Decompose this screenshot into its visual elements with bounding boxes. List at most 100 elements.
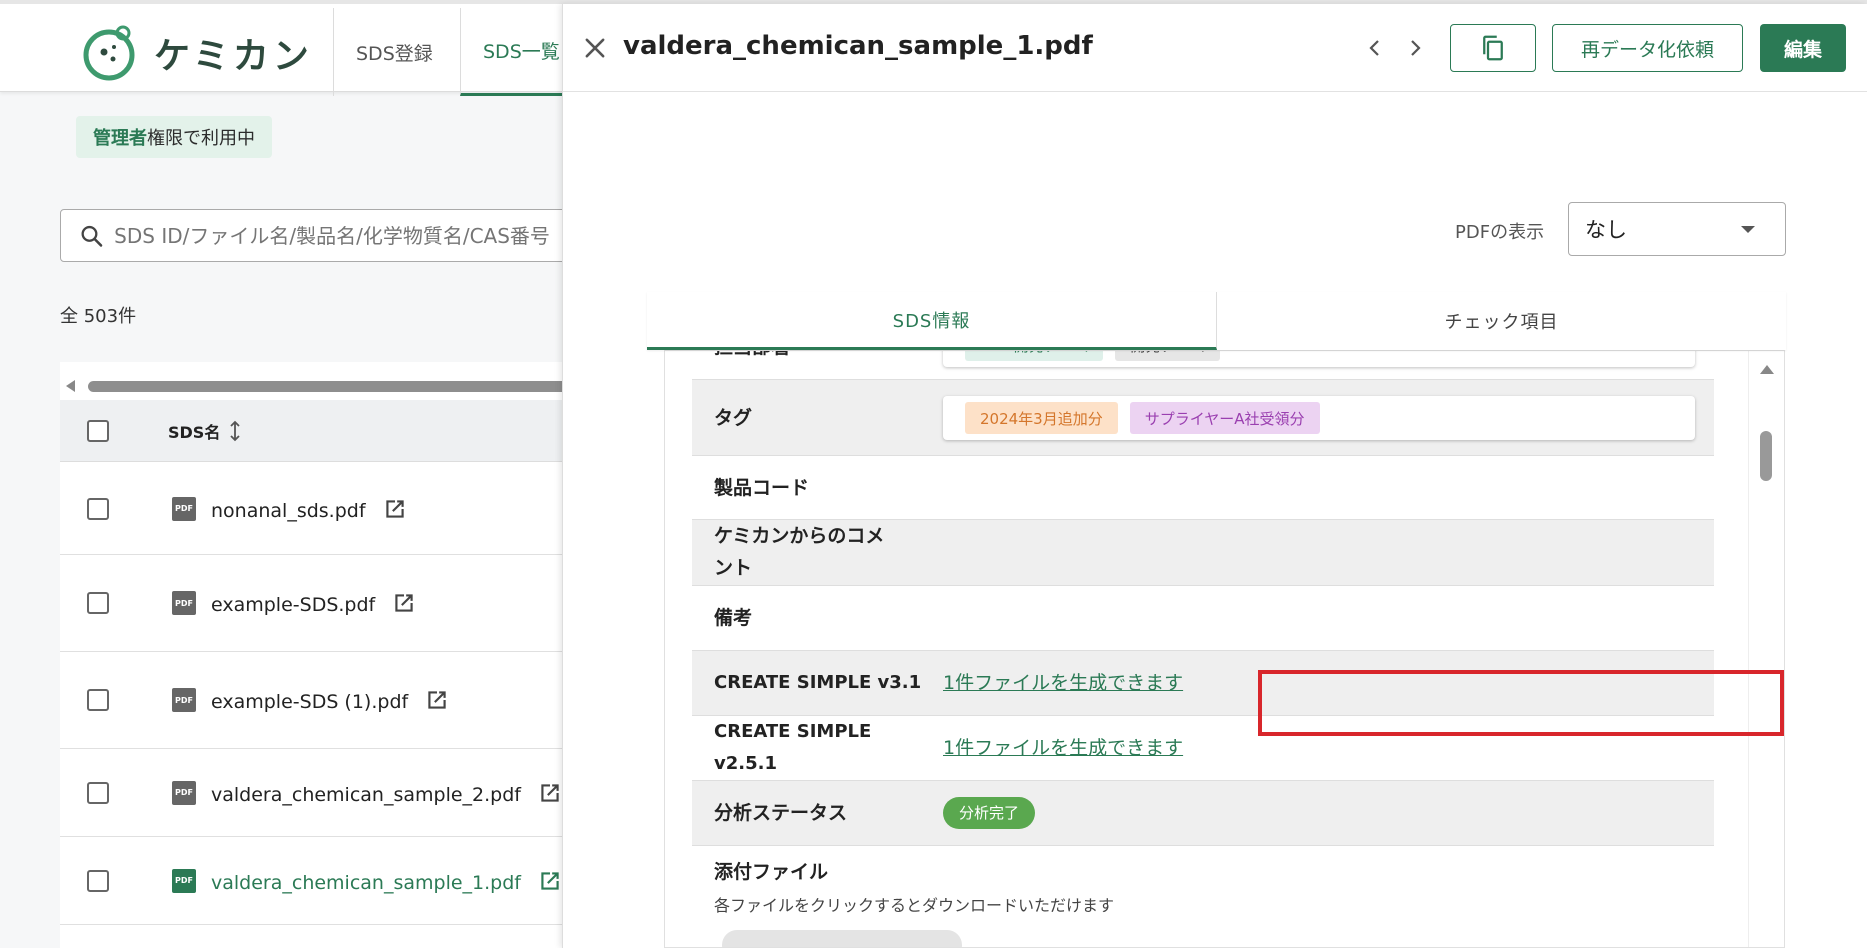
info-row-analysis-status: 分析ステータス 分析完了	[692, 781, 1714, 846]
file-name-text[interactable]: nonanal_sds.pdf	[211, 500, 366, 522]
department-chip-box[interactable]: R&D開発チーム 開発チーム	[943, 351, 1695, 367]
status-value: 分析完了	[943, 797, 1036, 829]
edit-button[interactable]: 編集	[1760, 24, 1846, 72]
info-row-tag: タグ 2024年3月追加分 サプライヤーA社受領分	[692, 380, 1714, 456]
open-external-icon[interactable]	[424, 687, 450, 713]
info-label: 担当部署	[714, 351, 790, 363]
file-name-text[interactable]: valdera_chemican_sample_1.pdf	[211, 872, 521, 894]
table-header: SDS名	[60, 400, 580, 462]
scrollbar-thumb[interactable]	[88, 381, 580, 392]
pdf-file-icon: PDF	[172, 591, 196, 615]
file-name-text[interactable]: example-SDS.pdf	[211, 594, 375, 616]
file-name-text[interactable]: example-SDS (1).pdf	[211, 691, 408, 713]
info-label: ケミカンからのコメント	[714, 525, 885, 579]
pdf-display-label: PDFの表示	[1455, 222, 1545, 243]
row-checkbox[interactable]	[87, 592, 109, 614]
detail-tabs: SDS情報 チェック項目	[647, 292, 1786, 350]
admin-badge-strong: 管理者	[93, 128, 147, 149]
sds-info-panel[interactable]: 担当部署 R&D開発チーム 開発チーム タグ 2024年3月追加分 サプライヤー…	[664, 350, 1785, 948]
copy-button[interactable]	[1450, 24, 1536, 72]
row-checkbox[interactable]	[87, 869, 109, 892]
pdf-display-value: なし	[1585, 218, 1627, 242]
info-row-remarks: 備考	[692, 586, 1714, 651]
tag-chip: 2024年3月追加分	[965, 402, 1118, 434]
copy-icon	[1483, 35, 1503, 61]
scroll-up-icon[interactable]	[1760, 365, 1774, 374]
table-row[interactable]: PDF example-SDS (1).pdf	[60, 652, 580, 749]
status-badge: 分析完了	[943, 797, 1036, 829]
tab-sds-info[interactable]: SDS情報	[647, 292, 1217, 350]
row-checkbox[interactable]	[87, 497, 109, 520]
sort-icon[interactable]	[228, 420, 242, 442]
scrollbar-thumb[interactable]	[1760, 431, 1772, 481]
table-row[interactable]: PDF nonanal_sds.pdf	[60, 463, 580, 555]
attachment-hint: 各ファイルをクリックするとダウンロードいただけます	[714, 896, 1115, 915]
admin-badge: 管理者 権限で利用中	[76, 116, 272, 158]
create-simple-v31-link[interactable]: 1件ファイルを生成できます	[943, 667, 1183, 699]
attachment-file-chip[interactable]	[722, 930, 962, 947]
file-name[interactable]: example-SDS.pdf	[211, 590, 417, 616]
open-external-icon[interactable]	[537, 780, 563, 806]
file-name[interactable]: example-SDS (1).pdf	[211, 687, 450, 713]
open-external-icon[interactable]	[391, 590, 417, 616]
pdf-file-icon: PDF	[172, 868, 196, 893]
search-input[interactable]	[114, 223, 579, 248]
info-label: CREATE SIMPLE v3.1	[714, 672, 922, 693]
chevron-right-icon[interactable]	[1403, 36, 1427, 60]
drawer-title: valdera_chemican_sample_1.pdf	[623, 31, 1093, 61]
nav-tab-sds-register[interactable]: SDS登録	[334, 8, 455, 96]
info-row-attachment: 添付ファイル 各ファイルをクリックするとダウンロードいただけます	[692, 846, 1714, 947]
sds-detail-drawer: valdera_chemican_sample_1.pdf 再データ化依頼 編集…	[562, 4, 1867, 948]
logo-text: ケミカン	[154, 36, 313, 77]
caret-down-icon	[1741, 226, 1755, 233]
scroll-left-icon[interactable]	[66, 380, 75, 392]
open-external-icon[interactable]	[537, 868, 563, 894]
info-label: タグ	[714, 407, 753, 429]
chevron-left-icon[interactable]	[1363, 36, 1387, 60]
table-row-selected[interactable]: PDF valdera_chemican_sample_1.pdf	[60, 837, 580, 925]
department-chip: 開発チーム	[1115, 351, 1220, 361]
pdf-display-select[interactable]: なし	[1568, 202, 1786, 256]
tab-check-items[interactable]: チェック項目	[1217, 292, 1786, 350]
info-label: 備考	[714, 607, 753, 629]
pdf-file-icon: PDF	[172, 780, 196, 805]
vertical-scrollbar[interactable]	[1748, 351, 1784, 947]
file-name[interactable]: valdera_chemican_sample_2.pdf	[211, 780, 563, 806]
select-all-checkbox[interactable]	[87, 419, 109, 442]
admin-badge-text: 権限で利用中	[147, 128, 255, 149]
info-label: 分析ステータス	[714, 802, 848, 824]
info-row-create-simple-v251: CREATE SIMPLE v2.5.1 1件ファイルを生成できます	[692, 716, 1714, 781]
search-icon	[81, 225, 103, 247]
info-label: 添付ファイル	[714, 861, 829, 883]
file-name[interactable]: valdera_chemican_sample_1.pdf	[211, 868, 563, 894]
file-name[interactable]: nonanal_sds.pdf	[211, 496, 408, 522]
file-name-text[interactable]: valdera_chemican_sample_2.pdf	[211, 784, 521, 806]
logo-mark-icon	[83, 25, 135, 81]
create-simple-v251-link[interactable]: 1件ファイルを生成できます	[943, 732, 1183, 764]
redata-request-button[interactable]: 再データ化依頼	[1552, 24, 1743, 72]
column-header-label: SDS名	[168, 422, 221, 442]
column-header-sds-name[interactable]: SDS名	[168, 419, 242, 443]
info-label-line2: v2.5.1	[714, 753, 777, 774]
result-count: 全 503件	[60, 306, 137, 327]
row-checkbox[interactable]	[87, 781, 109, 804]
tag-chip-box[interactable]: 2024年3月追加分 サプライヤーA社受領分	[943, 396, 1695, 440]
info-label: 製品コード	[714, 477, 810, 499]
pdf-file-icon: PDF	[172, 688, 196, 712]
sds-table: SDS名 PDF nonanal_sds.pdf PDF example-SDS…	[60, 362, 580, 948]
table-row[interactable]: PDF valdera_chemican_sample_2.pdf	[60, 749, 580, 837]
drawer-header: valdera_chemican_sample_1.pdf 再データ化依頼 編集	[563, 4, 1867, 92]
department-chip: R&D開発チーム	[965, 351, 1104, 361]
info-row-create-simple-v31: CREATE SIMPLE v3.1 1件ファイルを生成できます	[692, 651, 1714, 716]
pdf-file-icon: PDF	[172, 496, 196, 521]
open-external-icon[interactable]	[382, 496, 408, 522]
info-label-line1: CREATE SIMPLE	[714, 721, 872, 742]
horizontal-scrollbar[interactable]	[60, 378, 580, 394]
search-box[interactable]	[60, 209, 580, 262]
close-icon[interactable]	[581, 34, 609, 62]
table-row[interactable]: PDF example-SDS.pdf	[60, 555, 580, 652]
info-row-comment: ケミカンからのコメント	[692, 520, 1714, 586]
row-checkbox[interactable]	[87, 689, 109, 711]
app-logo[interactable]: ケミカン	[80, 22, 313, 84]
info-row-product-code: 製品コード	[692, 456, 1714, 520]
